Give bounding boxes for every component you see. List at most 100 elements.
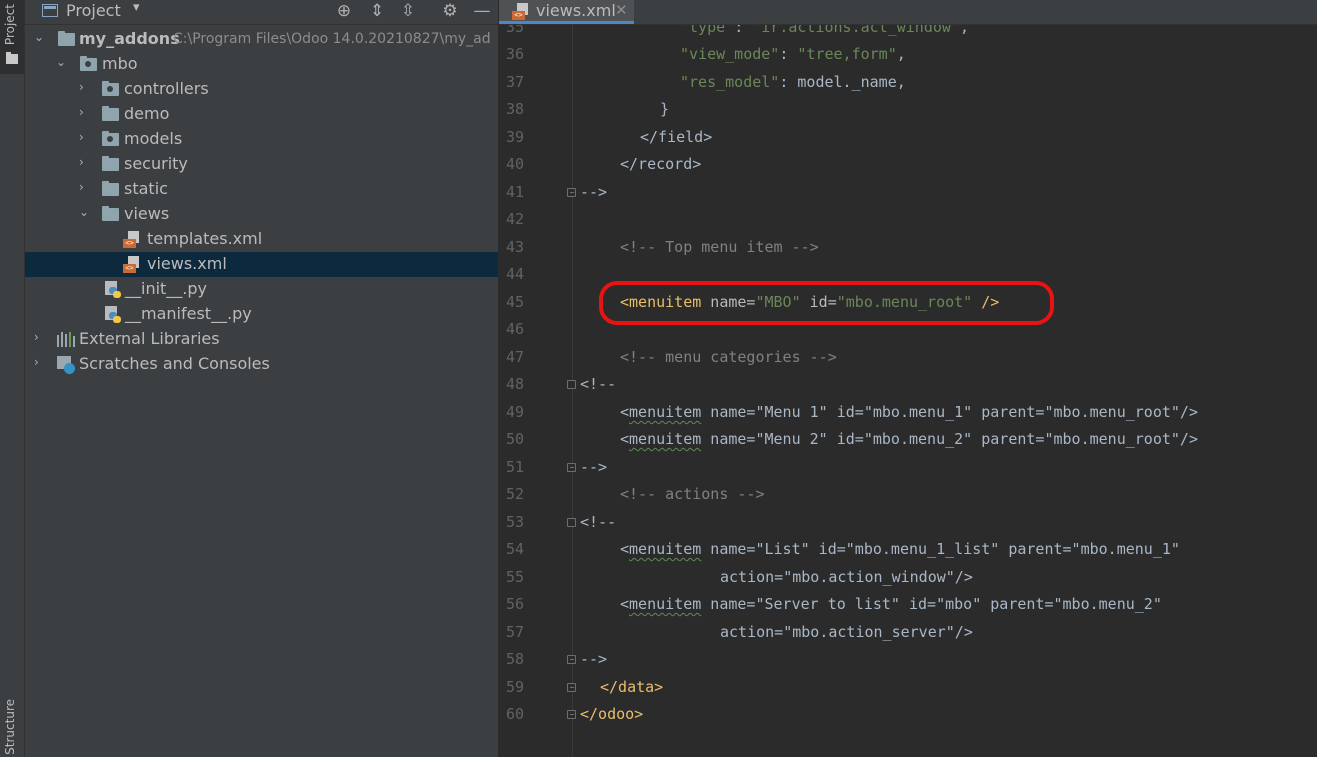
code-token: "ir.actions.act_window" [752, 25, 960, 36]
code-line: 38 } [499, 97, 1317, 124]
chevron-right-icon[interactable]: › [79, 130, 91, 144]
close-icon[interactable]: ✕ [615, 1, 628, 19]
code-token: "type" [680, 25, 735, 36]
project-panel: Project ▾ ⊕ ⇕ ⇳ ⚙ — ⌄ my_addons C:\Progr… [25, 0, 498, 757]
structure-tool-tab-label: Structure [3, 699, 17, 755]
tree-item-label: views.xml [147, 254, 227, 273]
code-comment: <!-- menu categories --> [620, 348, 837, 366]
tree-item-my-addons[interactable]: ⌄ my_addons C:\Program Files\Odoo 14.0.2… [25, 27, 498, 52]
code-line: 48 <!-- [499, 372, 1317, 399]
tree-item-views[interactable]: ⌄ views [25, 202, 498, 227]
code-line: 43 <!-- Top menu item --> [499, 235, 1317, 262]
fold-marker-icon[interactable] [567, 683, 576, 692]
fold-marker-icon[interactable] [567, 518, 576, 527]
structure-tool-tab[interactable]: Structure [0, 697, 24, 757]
tree-item-models[interactable]: › models [25, 127, 498, 152]
tree-item-scratches[interactable]: › Scratches and Consoles [25, 352, 498, 377]
line-number: 50 [505, 430, 524, 448]
tree-item-templates-xml[interactable]: <> templates.xml [25, 227, 498, 252]
line-number: 53 [505, 513, 524, 531]
fold-marker-icon[interactable] [567, 655, 576, 664]
line-number: 59 [505, 678, 524, 696]
code-text: <menuitem name="Menu 2" id="mbo.menu_2" … [620, 430, 1198, 448]
fold-marker-icon[interactable] [567, 710, 576, 719]
module-folder-icon [80, 56, 97, 71]
code-line: 53 <!-- [499, 510, 1317, 537]
locate-icon[interactable]: ⊕ [333, 0, 355, 22]
code-text: </record> [620, 155, 702, 173]
line-number: 58 [505, 650, 524, 668]
tree-item-static[interactable]: › static [25, 177, 498, 202]
code-line: 52 <!-- actions --> [499, 482, 1317, 509]
expand-all-icon[interactable]: ⇕ [366, 0, 388, 22]
code-token-warning: menuitem [629, 430, 702, 448]
line-number: 43 [505, 238, 524, 256]
tree-item-demo[interactable]: › demo [25, 102, 498, 127]
editor-tab-bar: <> views.xml ✕ [499, 0, 1317, 25]
tree-item-label: templates.xml [147, 229, 263, 248]
folder-icon [6, 52, 18, 64]
code-line: 58 --> [499, 647, 1317, 674]
tree-item-mbo[interactable]: ⌄ mbo [25, 52, 498, 77]
chevron-right-icon[interactable]: › [79, 80, 91, 94]
line-number: 52 [505, 485, 524, 503]
tree-item-label: External Libraries [79, 329, 220, 348]
code-text: "type": "ir.actions.act_window", [680, 25, 969, 36]
code-token-warning: menuitem [629, 403, 702, 421]
tree-item-security[interactable]: › security [25, 152, 498, 177]
folder-icon [102, 106, 119, 121]
chevron-down-icon[interactable]: ⌄ [79, 205, 91, 219]
tree-item-init-py[interactable]: __init__.py [25, 277, 498, 302]
line-number: 41 [505, 183, 524, 201]
minimize-icon[interactable]: — [471, 0, 493, 22]
line-number: 42 [505, 210, 524, 228]
line-number: 51 [505, 458, 524, 476]
code-token: name="Menu 2" id="mbo.menu_2" parent="mb… [701, 430, 1198, 448]
tree-item-views-xml[interactable]: <> views.xml [25, 252, 498, 277]
collapse-all-icon[interactable]: ⇳ [397, 0, 419, 22]
chevron-down-icon[interactable]: ⌄ [34, 30, 46, 44]
tree-item-manifest-py[interactable]: __manifest__.py [25, 302, 498, 327]
tab-views-xml[interactable]: <> views.xml ✕ [499, 0, 634, 24]
fold-marker-icon[interactable] [567, 463, 576, 472]
fold-marker-icon[interactable] [567, 188, 576, 197]
code-line: 40 </record> [499, 152, 1317, 179]
chevron-down-icon[interactable]: ▾ [133, 0, 140, 15]
code-token-warning: menuitem [629, 540, 702, 558]
xml-file-icon: <> [123, 231, 141, 248]
chevron-right-icon[interactable]: › [79, 180, 91, 194]
code-token: , [959, 25, 969, 36]
chevron-right-icon[interactable]: › [79, 105, 91, 119]
tree-item-label: my_addons [79, 29, 180, 48]
line-number: 56 [505, 595, 524, 613]
chevron-right-icon[interactable]: › [34, 355, 46, 369]
fold-marker-icon[interactable] [567, 380, 576, 389]
line-number: 46 [505, 320, 524, 338]
code-line: 51 --> [499, 455, 1317, 482]
code-token: "tree,form" [797, 45, 897, 63]
code-text: action="mbo.action_server"/> [720, 623, 973, 641]
code-line: 59 </data> [499, 675, 1317, 702]
chevron-right-icon[interactable]: › [34, 330, 46, 344]
tree-item-controllers[interactable]: › controllers [25, 77, 498, 102]
code-token-warning: menuitem [629, 595, 702, 613]
code-text: <!-- [580, 513, 617, 531]
project-tool-tab-label: Project [3, 4, 17, 46]
module-folder-icon [102, 131, 119, 146]
project-panel-title[interactable]: Project [66, 1, 121, 20]
chevron-right-icon[interactable]: › [79, 155, 91, 169]
code-editor[interactable]: 35 "type": "ir.actions.act_window", 36 "… [499, 25, 1317, 757]
code-comment: <!-- actions --> [620, 485, 765, 503]
line-number: 38 [505, 100, 524, 118]
tree-item-external-libraries[interactable]: › External Libraries [25, 327, 498, 352]
code-token: "view_mode" [680, 45, 780, 63]
project-tool-tab[interactable]: Project [0, 0, 24, 74]
tree-item-label: mbo [102, 54, 138, 73]
python-file-icon [104, 306, 122, 324]
code-line: 41 --> [499, 180, 1317, 207]
code-line: 42 [499, 207, 1317, 234]
gear-icon[interactable]: ⚙ [439, 0, 461, 22]
line-number: 36 [505, 45, 524, 63]
code-text: <!-- [580, 375, 617, 393]
chevron-down-icon[interactable]: ⌄ [56, 55, 68, 69]
